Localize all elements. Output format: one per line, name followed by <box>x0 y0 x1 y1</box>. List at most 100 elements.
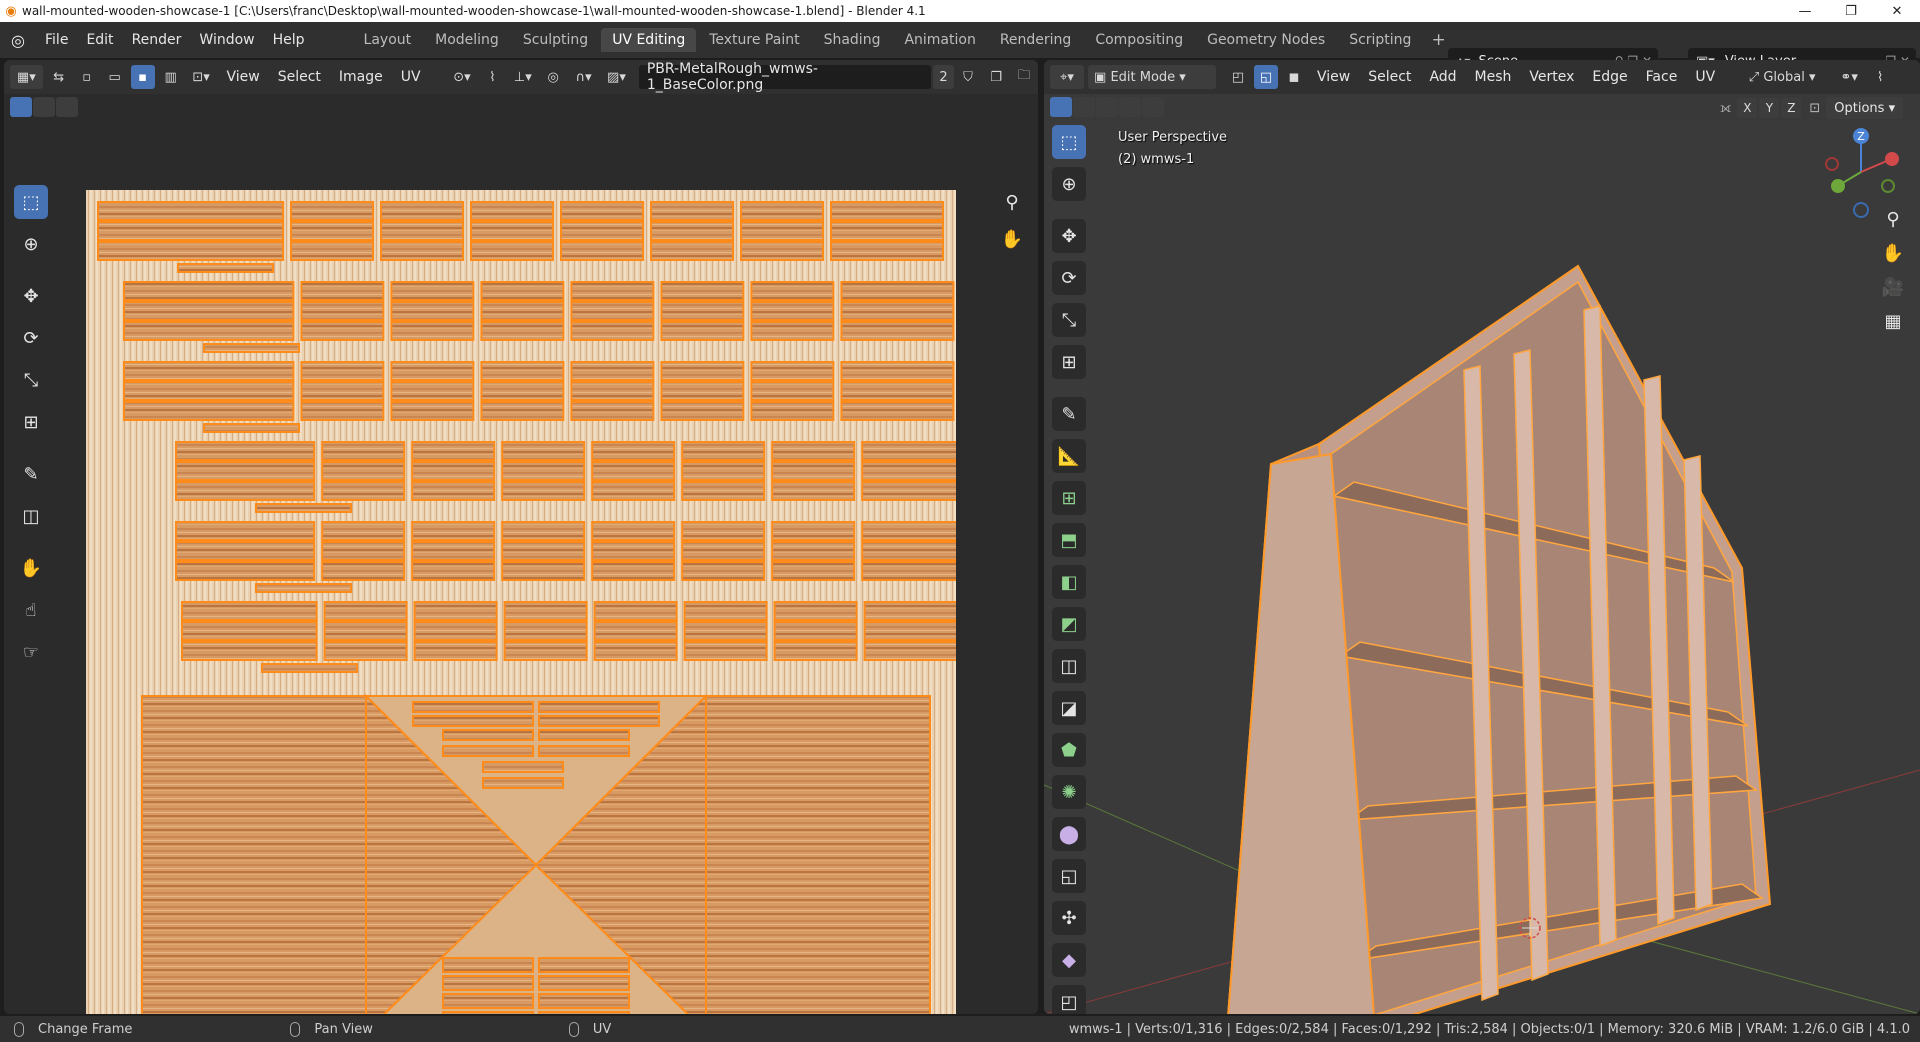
close-button[interactable]: ✕ <box>1874 0 1920 22</box>
vp-select-intersect-icon[interactable] <box>1142 97 1164 117</box>
vp-rip-icon[interactable]: ◰ <box>1052 985 1086 1014</box>
vp-edge-slide-icon[interactable]: ◱ <box>1052 859 1086 893</box>
mirror-z-toggle[interactable]: Z <box>1781 98 1802 118</box>
tab-sculpting[interactable]: Sculpting <box>512 28 599 52</box>
vp-smooth-icon[interactable]: ⬤ <box>1052 817 1086 851</box>
vp-select-extend-icon[interactable] <box>1073 97 1095 117</box>
falloff-icon[interactable]: ∩▾ <box>569 65 598 89</box>
auto-merge-icon[interactable]: ⊡ <box>1809 101 1820 116</box>
blender-menu-icon[interactable]: ◎ <box>0 31 36 50</box>
vp-rotate-icon[interactable]: ⟳ <box>1052 261 1086 295</box>
3d-viewport-canvas[interactable]: User Perspective (2) wmws-1 Z ⚲ ✋ 🎥 ▦ ⬚ … <box>1044 120 1920 1014</box>
snap-icon[interactable]: ⌇ <box>480 65 504 89</box>
select-box-icon[interactable]: ⬚ <box>14 185 48 219</box>
vp-select-subtract-icon[interactable] <box>1096 97 1118 117</box>
uv-menu-select[interactable]: Select <box>269 69 330 85</box>
edge-mode-icon[interactable]: ◱ <box>1254 65 1278 89</box>
vp-menu-edge[interactable]: Edge <box>1583 69 1636 85</box>
mirror-y-toggle[interactable]: Y <box>1759 98 1780 118</box>
vp-shear-icon[interactable]: ◆ <box>1052 943 1086 977</box>
image-users-count[interactable]: 2 <box>932 65 955 89</box>
vp-loop-cut-icon[interactable]: ◫ <box>1052 649 1086 683</box>
vp-scale-icon[interactable]: ⤡ <box>1052 303 1086 337</box>
annotate-icon[interactable]: ✎ <box>14 457 48 491</box>
uv-texture-image[interactable] <box>86 190 956 1014</box>
vp-measure-icon[interactable]: 📐 <box>1052 439 1086 473</box>
vp-transform-icon[interactable]: ⊞ <box>1052 345 1086 379</box>
island-select-icon[interactable]: ▥ <box>159 65 183 89</box>
scale-icon[interactable]: ⤡ <box>14 363 48 397</box>
vertex-select-icon[interactable]: ▫ <box>75 65 99 89</box>
pivot-icon[interactable]: ⊙▾ <box>448 65 477 89</box>
rotate-icon[interactable]: ⟳ <box>14 321 48 355</box>
vp-menu-view[interactable]: View <box>1308 69 1359 85</box>
menu-help[interactable]: Help <box>264 32 314 48</box>
editor-type-icon[interactable]: ▦▾ <box>10 65 43 89</box>
tab-rendering[interactable]: Rendering <box>989 28 1083 52</box>
proportional-edit-icon[interactable]: ◎ <box>541 65 565 89</box>
vp-select-invert-icon[interactable] <box>1119 97 1141 117</box>
options-dropdown[interactable]: Options ▾ <box>1826 97 1904 119</box>
fake-user-icon[interactable]: ⛉ <box>956 65 980 89</box>
maximize-button[interactable]: ❐ <box>1828 0 1874 22</box>
vp-move-icon[interactable]: ✥ <box>1052 219 1086 253</box>
new-image-icon[interactable]: ❐ <box>984 65 1008 89</box>
select-mode-subtract-icon[interactable] <box>56 97 78 117</box>
tab-shading[interactable]: Shading <box>813 28 892 52</box>
editor-type-3d-icon[interactable]: ⌖▾ <box>1050 65 1084 89</box>
vp-pan-icon[interactable]: ✋ <box>1878 238 1908 268</box>
edge-select-icon[interactable]: ▭ <box>103 65 127 89</box>
vp-menu-uv[interactable]: UV <box>1686 69 1724 85</box>
mirror-x-toggle[interactable]: X <box>1737 98 1758 118</box>
tab-uv-editing[interactable]: UV Editing <box>601 28 697 52</box>
sync-selection-icon[interactable]: ⇆ <box>47 65 71 89</box>
vp-shrink-icon[interactable]: ✣ <box>1052 901 1086 935</box>
vp-annotate-icon[interactable]: ✎ <box>1052 397 1086 431</box>
vp-spin-icon[interactable]: ✺ <box>1052 775 1086 809</box>
rip-region-icon[interactable]: ◫ <box>14 499 48 533</box>
vp-menu-select[interactable]: Select <box>1359 69 1420 85</box>
mode-selector[interactable]: ▣ Edit Mode ▾ <box>1088 65 1216 89</box>
face-mode-icon[interactable]: ◼ <box>1282 65 1306 89</box>
sticky-select-icon[interactable]: ⊡▾ <box>187 65 216 89</box>
vp-cursor-icon[interactable]: ⊕ <box>1052 167 1086 201</box>
vertex-mode-icon[interactable]: ◰ <box>1226 65 1250 89</box>
move-icon[interactable]: ✥ <box>14 279 48 313</box>
tab-modeling[interactable]: Modeling <box>424 28 510 52</box>
open-image-icon[interactable]: 🗀 <box>1012 65 1036 89</box>
pan-hand-icon[interactable]: ✋ <box>997 224 1027 254</box>
vp-select-box-icon[interactable]: ⬚ <box>1052 125 1086 159</box>
vp-bevel-icon[interactable]: ◩ <box>1052 607 1086 641</box>
tab-geometry-nodes[interactable]: Geometry Nodes <box>1196 28 1336 52</box>
pinch-icon[interactable]: ☞ <box>14 635 48 669</box>
select-mode-new-icon[interactable] <box>10 97 32 117</box>
vp-poly-build-icon[interactable]: ⬟ <box>1052 733 1086 767</box>
vp-menu-add[interactable]: Add <box>1420 69 1465 85</box>
ortho-toggle-icon[interactable]: ▦ <box>1878 306 1908 336</box>
minimize-button[interactable]: — <box>1782 0 1828 22</box>
vp-menu-mesh[interactable]: Mesh <box>1466 69 1521 85</box>
image-name-field[interactable]: PBR-MetalRough_wmws-1_BaseColor.png <box>638 61 931 93</box>
grab-icon[interactable]: ✋ <box>14 551 48 585</box>
zoom-icon[interactable]: ⚲ <box>997 187 1027 217</box>
vp-menu-vertex[interactable]: Vertex <box>1520 69 1583 85</box>
snap-toggle-icon[interactable]: ⌇ <box>1868 65 1892 89</box>
select-mode-extend-icon[interactable] <box>33 97 55 117</box>
vp-inset-icon[interactable]: ◧ <box>1052 565 1086 599</box>
menu-render[interactable]: Render <box>123 32 191 48</box>
snap-target-icon[interactable]: ⊥▾ <box>508 65 537 89</box>
relax-icon[interactable]: ☝ <box>14 593 48 627</box>
vp-select-new-icon[interactable] <box>1050 97 1072 117</box>
vp-add-cube-icon[interactable]: ⊞ <box>1052 481 1086 515</box>
image-browse-icon[interactable]: ▨▾ <box>602 65 631 89</box>
uv-menu-uv[interactable]: UV <box>392 69 430 85</box>
add-workspace-button[interactable]: + <box>1423 30 1453 50</box>
menu-edit[interactable]: Edit <box>77 32 122 48</box>
uv-menu-image[interactable]: Image <box>330 69 392 85</box>
menu-window[interactable]: Window <box>190 32 263 48</box>
uv-canvas[interactable]: ⬚ ⊕ ✥ ⟳ ⤡ ⊞ ✎ ◫ ✋ ☝ ☞ ⚲ ✋ <box>4 120 1038 1014</box>
cursor-icon[interactable]: ⊕ <box>14 227 48 261</box>
face-select-icon[interactable]: ▪ <box>130 65 155 89</box>
camera-view-icon[interactable]: 🎥 <box>1878 272 1908 302</box>
tab-animation[interactable]: Animation <box>893 28 986 52</box>
